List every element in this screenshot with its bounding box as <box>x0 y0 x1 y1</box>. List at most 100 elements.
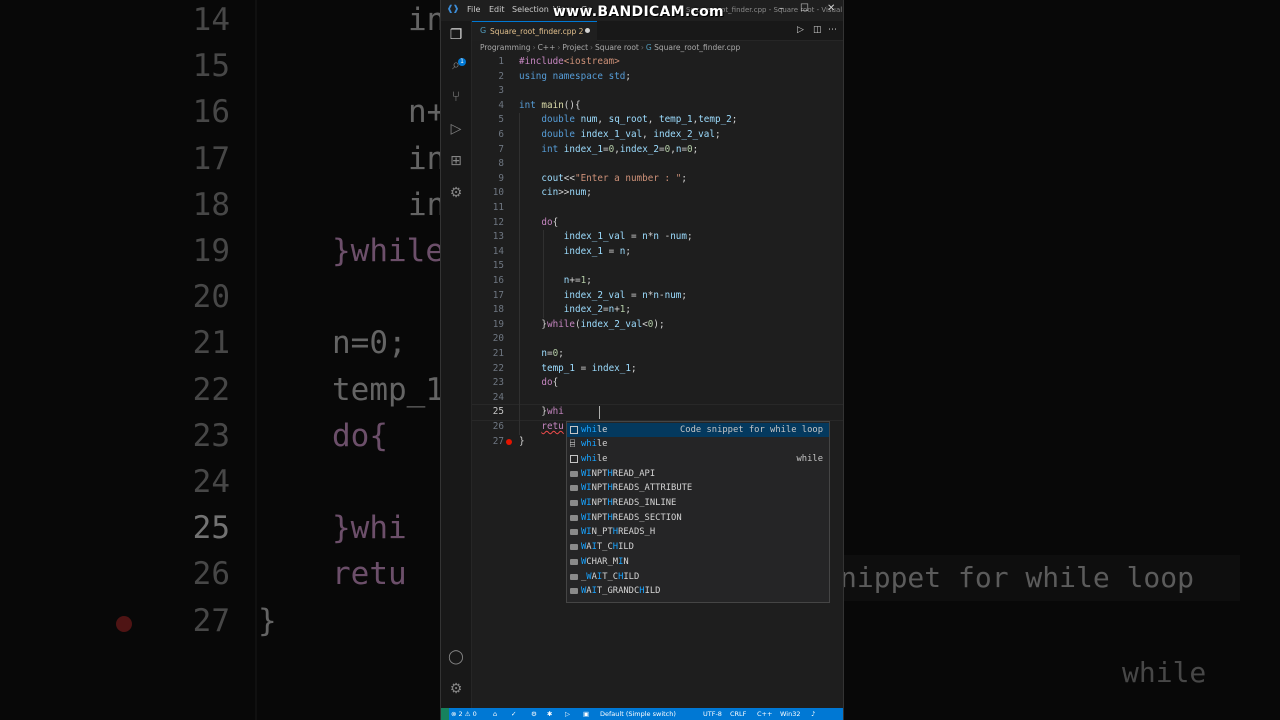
files-icon[interactable]: ❐ <box>448 27 464 43</box>
tab-label: Square_root_finder.cpp 2 <box>490 27 584 36</box>
suggestion-item[interactable]: WINPTHREADS_ATTRIBUTE <box>567 481 829 496</box>
line-number: 21 <box>492 348 504 359</box>
enum-icon <box>570 485 578 492</box>
line-number: 27 <box>492 435 504 447</box>
problems-indicator[interactable]: ⊗ 2 ⚠ 0 <box>451 709 477 719</box>
extensions-icon[interactable]: ⊞ <box>448 153 464 169</box>
code-line[interactable]: 24 <box>472 391 843 406</box>
code-line[interactable]: 8 <box>472 157 843 172</box>
breadcrumb-item[interactable]: Project <box>562 43 588 52</box>
code-line[interactable]: 2 using namespace std; <box>472 70 843 85</box>
debug-icon[interactable]: ✱ <box>547 709 552 719</box>
code-line[interactable]: 6 double index_1_val, index_2_val; <box>472 128 843 143</box>
line-number: 6 <box>498 129 504 140</box>
code-line[interactable]: 13 index_1_val = n*n -num; <box>472 230 843 245</box>
breadcrumb-item[interactable]: Square root <box>595 43 639 52</box>
play-icon[interactable]: ▷ <box>565 709 570 719</box>
code-line[interactable]: 5 double num, sq_root, temp_1,temp_2; <box>472 113 843 128</box>
suggestion-label: WINPTHREADS_SECTION <box>581 512 682 523</box>
code-line[interactable]: 23 do{ <box>472 376 843 391</box>
breadcrumb-item[interactable]: C++ <box>538 43 556 52</box>
menu-edit[interactable]: Edit <box>489 5 505 14</box>
cmake-preset[interactable]: Default (Simple switch) <box>600 709 676 719</box>
code-line[interactable]: 7 int index_1=0,index_2=0,n=0; <box>472 143 843 158</box>
line-number: 14 <box>492 245 504 257</box>
enum-icon <box>570 500 578 506</box>
chevron-right-icon: › <box>640 43 644 52</box>
split-editor-icon[interactable]: ◫ <box>813 25 822 35</box>
breakpoint-icon[interactable] <box>506 438 512 445</box>
language-indicator[interactable]: C++ <box>757 709 772 719</box>
settings-gear-icon[interactable]: ⚙ <box>448 681 464 697</box>
suggestion-item[interactable]: WAIT_CHILD <box>567 540 829 555</box>
source-control-icon[interactable]: ⑂ <box>448 89 464 105</box>
suggestion-item[interactable]: while Code snippet for while loop <box>567 422 829 438</box>
code-text: index_1 = n; <box>563 245 631 257</box>
code-line[interactable]: 17 index_2_val = n*n-num; <box>472 289 843 304</box>
keyword-icon <box>570 425 578 434</box>
more-actions-icon[interactable]: ⋯ <box>828 25 837 35</box>
suggestion-item[interactable]: ⌸ while <box>567 437 829 452</box>
suggestion-label: while <box>581 453 608 464</box>
unsaved-dot-icon[interactable] <box>585 28 590 33</box>
tab-square-root-finder[interactable]: G Square_root_finder.cpp 2 <box>472 21 597 41</box>
code-line[interactable]: 10 cin>>num; <box>472 186 843 201</box>
close-button[interactable]: ✕ <box>827 3 835 14</box>
code-line[interactable]: 4 int main(){ <box>472 99 843 114</box>
code-line[interactable]: 22 temp_1 = index_1; <box>472 362 843 377</box>
suggestion-item[interactable]: WAIT_GRANDCHILD <box>567 584 829 599</box>
code-line[interactable]: 1 #include<iostream> <box>472 55 843 70</box>
remote-indicator[interactable] <box>441 708 449 720</box>
run-debug-icon[interactable]: ▷ <box>448 121 464 137</box>
code-line[interactable]: 19 }while(index_2_val<0); <box>472 318 843 333</box>
suggestion-label: WIN_PTHREADS_H <box>581 527 656 538</box>
code-line[interactable]: 3 <box>472 84 843 99</box>
title-bar: ❰❱ File Edit Selection View Go Square_ro… <box>441 0 843 22</box>
code-line[interactable]: 14 index_1 = n; <box>472 245 843 260</box>
line-number: 9 <box>498 172 504 184</box>
run-file-icon[interactable]: ▷ <box>797 25 804 35</box>
line-number: 16 <box>492 275 504 286</box>
code-text: int index_1=0,index_2=0,n=0; <box>541 143 699 155</box>
suggestion-item[interactable]: WCHAR_MIN <box>567 555 829 570</box>
build-icon[interactable]: ⚙ <box>531 709 537 719</box>
cmake-icon[interactable]: ⚙ <box>448 185 464 201</box>
breadcrumb-item[interactable]: Square_root_finder.cpp <box>654 43 740 52</box>
menu-selection[interactable]: Selection <box>512 5 549 14</box>
eol-indicator[interactable]: CRLF <box>730 709 746 719</box>
suggestion-widget: while Code snippet for while loop ⌸ while wh… <box>566 421 830 603</box>
home-icon[interactable]: ⌂ <box>493 709 497 719</box>
code-line[interactable]: 11 <box>472 201 843 216</box>
suggestion-item[interactable]: WINPTHREAD_API <box>567 467 829 482</box>
terminal-icon[interactable]: ▣ <box>583 709 589 719</box>
code-line[interactable]: 9 cout<<"Enter a number : "; <box>472 172 843 187</box>
code-line[interactable]: 21 n=0; <box>472 347 843 362</box>
check-icon[interactable]: ✓ <box>511 709 516 719</box>
encoding-indicator[interactable]: UTF-8 <box>703 709 722 719</box>
minimize-button[interactable]: – <box>779 3 784 14</box>
code-line[interactable]: 18 index_2=n+1; <box>472 303 843 318</box>
code-line[interactable]: 25 }whi <box>472 405 843 420</box>
enum-icon <box>570 514 578 521</box>
code-line[interactable]: 12 do{ <box>472 216 843 231</box>
search-icon[interactable]: ⌕ <box>448 57 464 73</box>
line-number: 18 <box>492 304 504 316</box>
line-number: 19 <box>492 318 504 330</box>
code-line[interactable]: 15 <box>472 259 843 274</box>
account-icon[interactable]: ◯ <box>448 649 464 665</box>
suggestion-item[interactable]: WINPTHREADS_SECTION <box>567 511 829 526</box>
platform-indicator[interactable]: Win32 <box>780 709 800 719</box>
menu-file[interactable]: File <box>467 5 480 14</box>
line-number: 8 <box>498 158 504 170</box>
code-editor[interactable]: 1 #include<iostream> 2 using namespace std;… <box>472 54 843 708</box>
suggestion-item[interactable]: _WAIT_CHILD <box>567 570 829 585</box>
suggestion-item[interactable]: WINPTHREADS_INLINE <box>567 496 829 511</box>
breadcrumb-item[interactable]: Programming <box>480 43 531 52</box>
code-line[interactable]: 16 n+=1; <box>472 274 843 289</box>
suggestion-item[interactable]: while while <box>567 452 829 467</box>
maximize-button[interactable]: ☐ <box>800 3 809 14</box>
code-line[interactable]: 20 <box>472 332 843 347</box>
suggestion-item[interactable]: WIN_PTHREADS_H <box>567 525 829 540</box>
notifications-bell-icon[interactable]: ♪ <box>811 709 815 719</box>
bandicam-watermark: www.BANDICAM.com <box>553 4 724 20</box>
